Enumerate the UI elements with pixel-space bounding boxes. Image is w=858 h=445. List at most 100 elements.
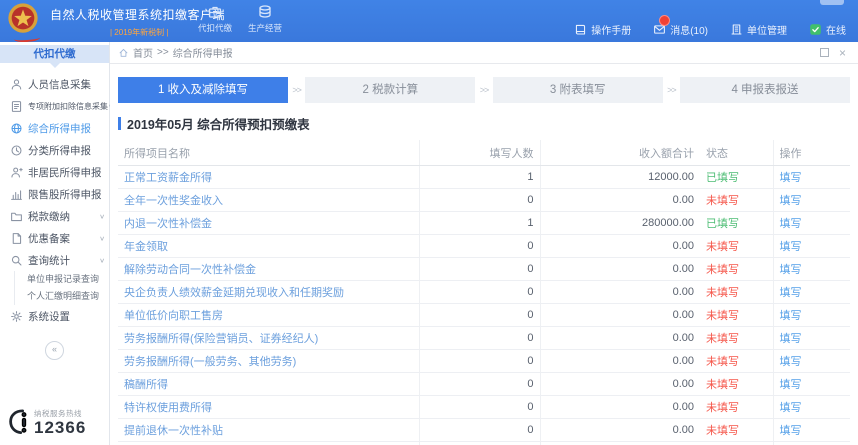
sidebar-collapse-button[interactable]: «: [45, 341, 64, 360]
income-item-link[interactable]: 正常工资薪金所得: [124, 172, 212, 184]
fill-action-link[interactable]: 填写: [780, 218, 802, 230]
step-separator: >>: [480, 85, 489, 95]
person-icon: [9, 78, 23, 91]
status-badge: 已填写: [706, 218, 739, 230]
person2-icon: [9, 166, 23, 179]
step-3-attached-forms[interactable]: 3 附表填写: [493, 77, 663, 103]
amount-cell: 0.00: [540, 281, 700, 304]
count-cell: 0: [419, 419, 540, 442]
income-item-link[interactable]: 全年一次性奖金收入: [124, 195, 223, 207]
sidebar-item-tax-payment[interactable]: 税款缴纳∨: [0, 205, 109, 227]
column-header: 操作: [773, 140, 850, 166]
sidebar-submenu: 单位申报记录查询个人汇缴明细查询: [14, 271, 109, 305]
header-link-label: 操作手册: [591, 22, 631, 37]
column-header: 状态: [700, 140, 773, 166]
income-item-link[interactable]: 劳务报酬所得(一般劳务、其他劳务): [124, 356, 296, 368]
sidebar-subitem-unit-declaration-record-query[interactable]: 单位申报记录查询: [15, 271, 109, 288]
gear-icon: [9, 310, 23, 323]
header-link-label: 在线: [826, 22, 846, 37]
step-wizard: 1 收入及减除填写 >> 2 税款计算 >> 3 附表填写 >> 4 申报表报送: [118, 77, 850, 103]
sidebar-item-query-statistics[interactable]: 查询统计∨: [0, 249, 109, 271]
income-item-link[interactable]: 解除劳动合同一次性补偿金: [124, 264, 256, 276]
header-tab-withholding[interactable]: 代扣代缴: [198, 4, 232, 34]
sidebar-item-special-deduction-info[interactable]: 专项附加扣除信息采集∨: [0, 95, 109, 117]
amount-cell: 0.00: [540, 442, 700, 445]
book-icon: [574, 23, 587, 36]
amount-cell: 0.00: [540, 373, 700, 396]
breadcrumb: 首页 >> 综合所得申报 ×: [110, 42, 858, 64]
sidebar-item-comprehensive-income[interactable]: 综合所得申报: [0, 117, 109, 139]
clock-icon: [9, 144, 23, 157]
home-icon: [118, 47, 129, 58]
fill-action-link[interactable]: 填写: [780, 264, 802, 276]
income-item-link[interactable]: 提前退休一次性补贴: [124, 425, 223, 437]
income-item-link[interactable]: 稿酬所得: [124, 379, 168, 391]
fill-action-link[interactable]: 填写: [780, 241, 802, 253]
table-header-row: 所得项目名称填写人数收入额合计状态操作: [118, 140, 850, 166]
sidebar-item-nonresident-income[interactable]: 非居民所得申报: [0, 161, 109, 183]
doc-icon: [9, 232, 23, 245]
fill-action-link[interactable]: 填写: [780, 172, 802, 184]
status-badge: 未填写: [706, 356, 739, 368]
count-cell: 0: [419, 373, 540, 396]
restore-icon[interactable]: [820, 48, 829, 57]
header-link-unit-management[interactable]: 单位管理: [730, 22, 787, 37]
sidebar-item-preferential-filing[interactable]: 优惠备案 ∨: [0, 227, 109, 249]
sidebar-section-tab[interactable]: 代扣代缴: [0, 45, 109, 63]
fill-action-link[interactable]: 填写: [780, 379, 802, 391]
header-tab-production-operation[interactable]: 生产经营: [248, 4, 282, 34]
fill-action-link[interactable]: 填写: [780, 310, 802, 322]
header-link-manual[interactable]: 操作手册: [574, 22, 631, 37]
table-row: 提前退休一次性补贴 0 0.00 未填写 填写: [118, 419, 850, 442]
income-item-link[interactable]: 央企负责人绩效薪金延期兑现收入和任期奖励: [124, 287, 344, 299]
step-4-submit-declaration[interactable]: 4 申报表报送: [680, 77, 850, 103]
notification-badge: [659, 15, 670, 26]
breadcrumb-separator: >>: [157, 47, 169, 58]
header-right-links: 操作手册 消息(10) 单位管理 在线: [574, 22, 846, 37]
amount-cell: 0.00: [540, 327, 700, 350]
header-link-messages[interactable]: 消息(10): [653, 22, 708, 37]
sidebar-item-label: 系统设置: [28, 309, 70, 324]
table-row: 解除劳动合同一次性补偿金 0 0.00 未填写 填写: [118, 258, 850, 281]
globe-icon: [9, 122, 23, 135]
amount-cell: 12000.00: [540, 166, 700, 189]
sidebar-item-label: 优惠备案: [28, 231, 70, 246]
amount-cell: 0.00: [540, 304, 700, 327]
fill-action-link[interactable]: 填写: [780, 356, 802, 368]
chart-icon: [9, 188, 23, 201]
status-badge: 未填写: [706, 264, 739, 276]
step-2-tax-calculation[interactable]: 2 税款计算: [305, 77, 475, 103]
count-cell: 0: [419, 327, 540, 350]
close-icon[interactable]: ×: [839, 47, 846, 59]
header-link-online[interactable]: 在线: [809, 22, 846, 37]
income-item-link[interactable]: 年金领取: [124, 241, 168, 253]
amount-cell: 0.00: [540, 396, 700, 419]
sidebar-subitem-personal-remittance-detail-query[interactable]: 个人汇缴明细查询: [15, 288, 109, 305]
sidebar-item-personnel-info[interactable]: 人员信息采集: [0, 73, 109, 95]
fill-action-link[interactable]: 填写: [780, 425, 802, 437]
table-row: 全年一次性奖金收入 0 0.00 未填写 填写: [118, 189, 850, 212]
sidebar-item-restricted-stock-income[interactable]: 限售股所得申报: [0, 183, 109, 205]
table-row: 正常工资薪金所得 1 12000.00 已填写 填写: [118, 166, 850, 189]
status-badge: 未填写: [706, 241, 739, 253]
sidebar-item-label: 查询统计: [28, 253, 70, 268]
header-tab-label: 生产经营: [248, 22, 282, 34]
amount-cell: 0.00: [540, 189, 700, 212]
sidebar-item-system-settings[interactable]: 系统设置: [0, 305, 109, 327]
count-cell: 0: [419, 350, 540, 373]
status-badge: 未填写: [706, 310, 739, 322]
fill-action-link[interactable]: 填写: [780, 195, 802, 207]
status-badge: 未填写: [706, 425, 739, 437]
breadcrumb-home[interactable]: 首页: [133, 45, 153, 60]
chevron-down-icon: ∨: [99, 234, 105, 241]
income-item-link[interactable]: 特许权使用费所得: [124, 402, 212, 414]
fill-action-link[interactable]: 填写: [780, 287, 802, 299]
sidebar-item-classified-income[interactable]: 分类所得申报: [0, 139, 109, 161]
income-item-link[interactable]: 单位低价向职工售房: [124, 310, 223, 322]
fill-action-link[interactable]: 填写: [780, 402, 802, 414]
income-item-link[interactable]: 内退一次性补偿金: [124, 218, 212, 230]
fill-action-link[interactable]: 填写: [780, 333, 802, 345]
header-tab-label: 代扣代缴: [198, 22, 232, 34]
step-1-income-and-deduction[interactable]: 1 收入及减除填写: [118, 77, 288, 103]
income-item-link[interactable]: 劳务报酬所得(保险营销员、证券经纪人): [124, 333, 318, 345]
